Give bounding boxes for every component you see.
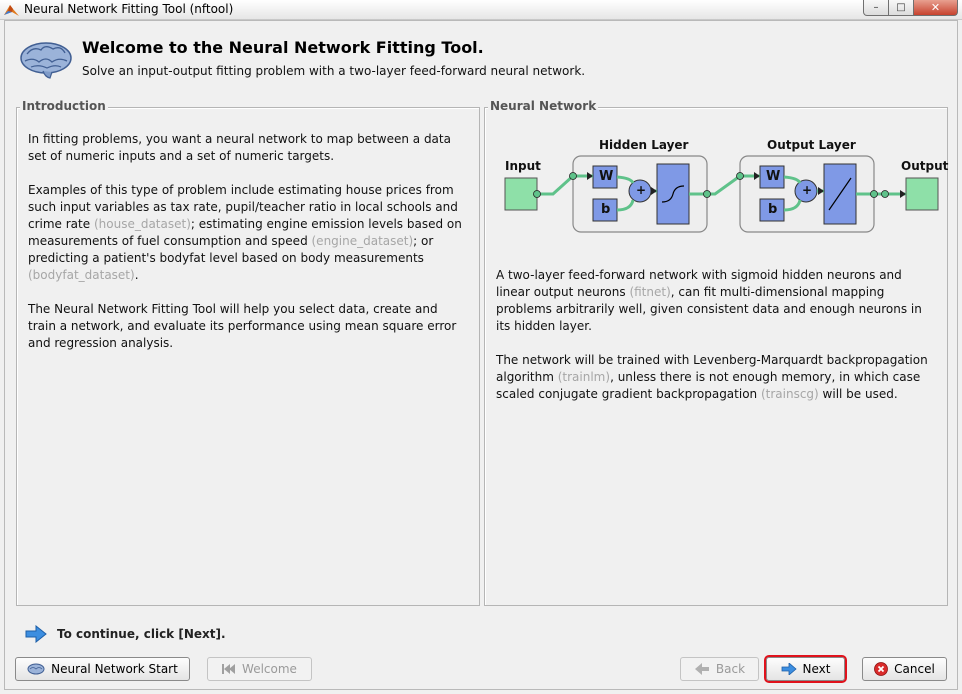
- cancel-icon: [874, 662, 889, 676]
- output-sum-label: +: [802, 183, 813, 197]
- title-bar: Neural Network Fitting Tool (nftool) – □…: [0, 0, 962, 20]
- output-weight-label: W: [766, 169, 781, 184]
- next-label: Next: [802, 662, 831, 676]
- window-controls: – □ ✕: [863, 0, 958, 18]
- introduction-panel: Introduction In fitting problems, you wa…: [16, 99, 480, 606]
- continue-arrow-icon: [25, 625, 47, 643]
- next-arrow-icon: [781, 663, 797, 675]
- network-paragraph-2: The network will be trained with Levenbe…: [496, 352, 938, 403]
- brain-small-icon: [27, 663, 45, 676]
- input-label: Input: [505, 159, 541, 173]
- neural-network-panel-title: Neural Network: [488, 99, 599, 113]
- intro-paragraph-1: In fitting problems, you want a neural n…: [28, 132, 451, 163]
- engine-dataset-link[interactable]: (engine_dataset): [312, 234, 414, 248]
- output-label: Output: [901, 159, 949, 173]
- main-frame: Welcome to the Neural Network Fitting To…: [4, 20, 958, 690]
- network-diagram-graphic: [504, 155, 939, 233]
- hidden-weight-label: W: [599, 169, 614, 184]
- minimize-button[interactable]: –: [863, 0, 889, 16]
- rewind-icon: [222, 664, 236, 674]
- output-layer-label: Output Layer: [767, 138, 856, 152]
- hidden-layer-label: Hidden Layer: [599, 138, 689, 152]
- cancel-label: Cancel: [894, 662, 935, 676]
- page-title: Welcome to the Neural Network Fitting To…: [82, 38, 484, 57]
- fitnet-link[interactable]: (fitnet): [629, 285, 670, 299]
- back-label: Back: [715, 662, 746, 676]
- network-text: will be used.: [818, 387, 898, 401]
- matlab-icon: [4, 5, 19, 16]
- intro-paragraph-2: Examples of this type of problem include…: [28, 182, 468, 284]
- continue-instruction: To continue, click [Next].: [57, 627, 226, 641]
- output-block: [905, 177, 939, 211]
- introduction-panel-title: Introduction: [20, 99, 108, 113]
- intro-text: .: [134, 268, 139, 282]
- trainlm-link[interactable]: (trainlm): [558, 370, 610, 384]
- network-diagram: Input Hidden Layer Output Layer Output W…: [499, 128, 948, 248]
- window-title: Neural Network Fitting Tool (nftool): [24, 2, 234, 16]
- input-block: [504, 177, 538, 211]
- intro-paragraph-3: The Neural Network Fitting Tool will hel…: [28, 302, 457, 350]
- hidden-sum-label: +: [636, 183, 647, 197]
- neural-network-panel: Neural Network Input Hidden Layer Output…: [484, 99, 948, 606]
- neural-network-start-label: Neural Network Start: [51, 662, 178, 676]
- network-paragraph-1: A two-layer feed-forward network with si…: [496, 267, 938, 335]
- maximize-button[interactable]: □: [889, 0, 914, 16]
- next-button[interactable]: Next: [764, 655, 847, 683]
- close-button[interactable]: ✕: [914, 0, 958, 16]
- cancel-button[interactable]: Cancel: [862, 657, 947, 681]
- back-arrow-icon: [694, 663, 710, 675]
- back-button[interactable]: Back: [680, 657, 759, 681]
- welcome-button[interactable]: Welcome: [207, 657, 312, 681]
- bodyfat-dataset-link[interactable]: (bodyfat_dataset): [28, 268, 135, 282]
- page-subtitle: Solve an input-output fitting problem wi…: [82, 64, 586, 78]
- brain-icon: [20, 42, 72, 79]
- output-bias-label: b: [768, 202, 778, 217]
- trainscg-link[interactable]: (trainscg): [761, 387, 819, 401]
- neural-network-start-button[interactable]: Neural Network Start: [15, 657, 190, 681]
- house-dataset-link[interactable]: (house_dataset): [94, 217, 191, 231]
- welcome-label: Welcome: [242, 662, 297, 676]
- hidden-bias-label: b: [601, 202, 611, 217]
